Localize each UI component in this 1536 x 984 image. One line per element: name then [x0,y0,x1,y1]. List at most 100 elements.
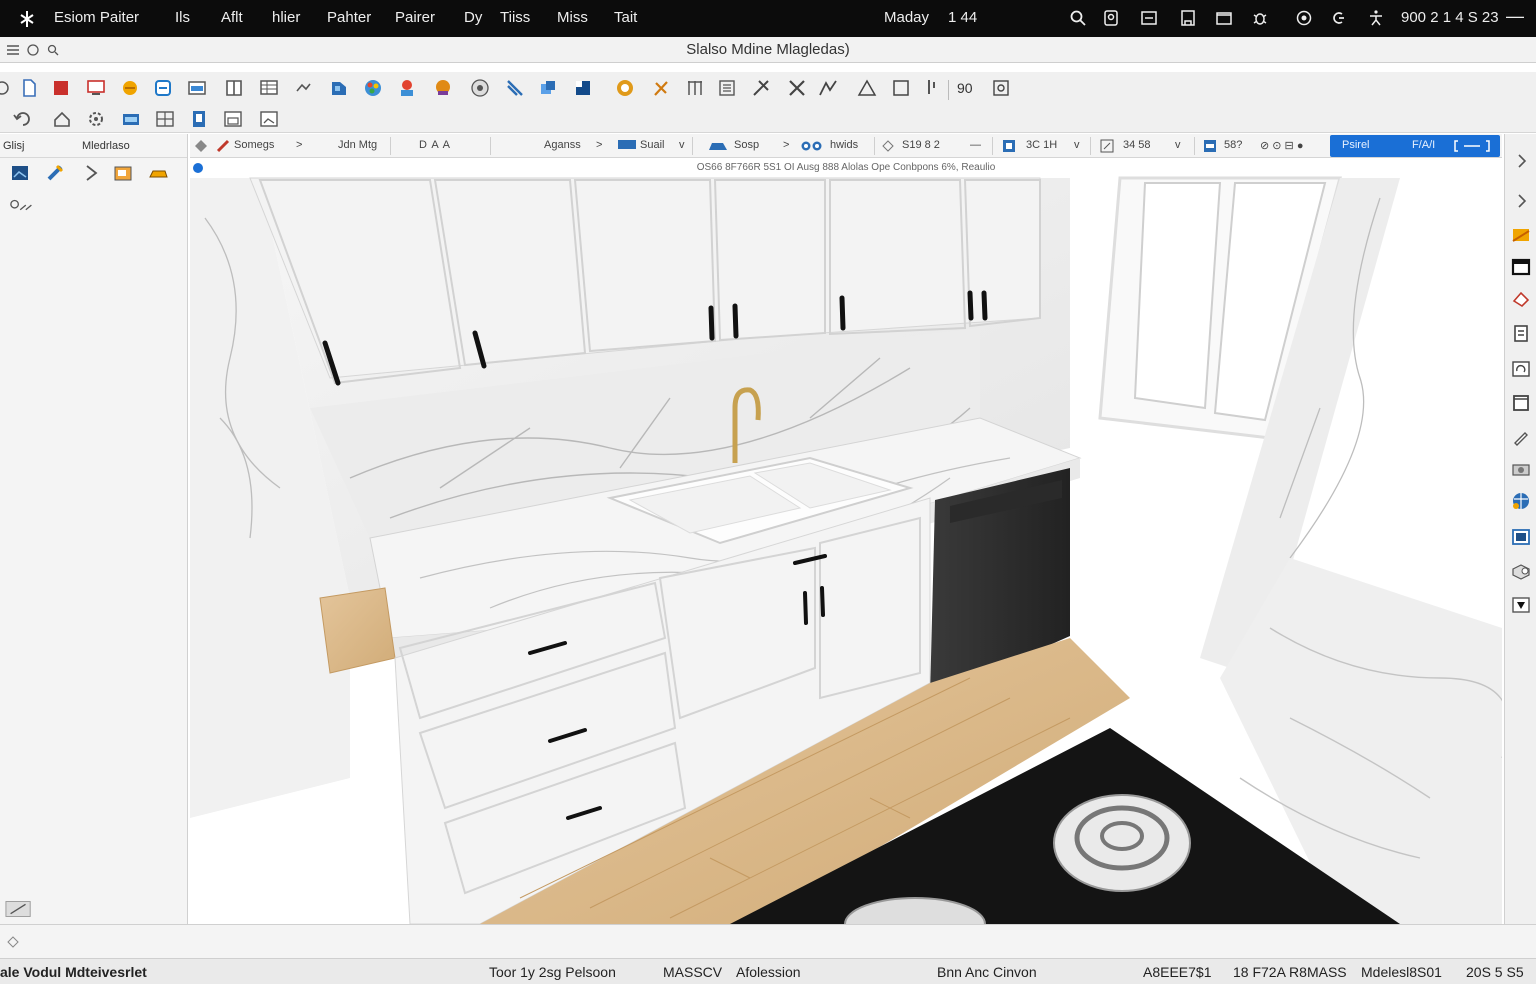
option-somegs[interactable]: Somegs [234,139,274,151]
option-34-58[interactable]: 34 58 [1123,139,1151,151]
chart-icon[interactable] [258,108,280,130]
new-file-icon[interactable] [18,77,40,99]
app-logo-icon[interactable] [17,9,37,29]
list-icon[interactable] [716,77,738,99]
option-dash[interactable]: — [970,139,981,151]
box-icon[interactable] [1510,560,1532,582]
edit-icon[interactable] [1100,139,1114,153]
menu-miss[interactable]: Miss [557,9,588,26]
cut-icon[interactable] [750,77,772,99]
home-icon[interactable] [51,108,73,130]
document-icon[interactable] [188,108,210,130]
display-icon[interactable] [186,77,208,99]
menu-tiiss[interactable]: Tiiss [500,9,530,26]
chevron-right-icon[interactable]: > [596,139,602,151]
app-name-menu[interactable]: Esiom Paiter [54,9,139,26]
settings-icon[interactable] [85,108,107,130]
option-toggles[interactable]: ⊘ ⊙ ⊟ ● [1260,139,1303,152]
option-suail[interactable]: Suail [640,139,664,151]
panel-icon[interactable] [1510,256,1532,278]
chevron-right-icon[interactable]: > [783,139,789,151]
menu-pahter[interactable]: Pahter [327,9,371,26]
chevron-right-icon[interactable]: > [296,139,302,151]
chevron-down-icon[interactable]: v [1074,139,1080,151]
bug-icon[interactable] [1251,9,1269,27]
monitor-icon[interactable] [618,140,636,152]
frame-icon[interactable] [572,77,594,99]
link-icon[interactable] [800,140,824,152]
diamond-icon[interactable] [7,936,19,948]
folder-icon[interactable] [112,162,134,184]
layer-icon[interactable] [1203,139,1217,153]
window-icon[interactable] [1140,9,1158,27]
image-icon[interactable] [9,162,31,184]
tablet-icon[interactable] [1179,9,1197,27]
triangle-icon[interactable] [856,77,878,99]
rotate-icon[interactable] [1510,358,1532,380]
3d-viewport[interactable] [190,158,1502,924]
option-3c[interactable]: 3C 1H [1026,139,1057,151]
color-wheel-icon[interactable] [328,77,350,99]
zoom-options-icon[interactable] [990,77,1012,99]
cube-icon[interactable] [292,77,314,99]
undo-icon[interactable] [12,108,34,130]
layer-icon[interactable] [152,77,174,99]
duplicate-icon[interactable] [537,77,559,99]
monitor-icon[interactable] [85,77,107,99]
light-bulb-icon[interactable] [396,77,418,99]
camera-icon[interactable] [120,108,142,130]
option-aganss[interactable]: Aganss [544,139,581,151]
option-sosp[interactable]: Sosp [734,139,759,151]
pipe-icon[interactable] [920,77,942,99]
sphere-icon[interactable] [432,77,454,99]
layer-icon[interactable] [1510,392,1532,414]
path-icon[interactable] [817,77,839,99]
chevron-down-icon[interactable]: v [1175,139,1181,151]
material-icon[interactable] [50,77,72,99]
command-line[interactable] [0,924,1536,958]
menu-ils[interactable]: Ils [175,9,190,26]
table-icon[interactable] [258,77,280,99]
left-panel-title[interactable]: Mledrlaso [82,140,130,152]
left-panel-tab[interactable]: Glisj [3,140,24,152]
option-jdn-mtg[interactable]: Jdn Mtg [338,139,377,151]
layer-icon[interactable] [1002,139,1016,153]
record-icon[interactable] [1295,9,1313,27]
menu-pairer[interactable]: Pairer [395,9,435,26]
chevron-right-icon[interactable] [1511,190,1533,212]
option-hwids[interactable]: hwids [830,139,858,151]
diamond-icon[interactable] [194,139,208,153]
menubar-extra[interactable]: — [1506,6,1524,27]
paste-icon[interactable] [1510,322,1532,344]
snap-icon[interactable] [8,196,38,218]
window-icon[interactable] [222,108,244,130]
palette-icon[interactable] [362,77,384,99]
shield-icon[interactable] [1510,594,1532,616]
resize-handle-icon[interactable] [4,898,34,920]
texture-icon[interactable] [1510,526,1532,548]
globe-gold-icon[interactable] [614,77,636,99]
zoom-value[interactable]: 90 [957,80,973,96]
menu-tait[interactable]: Tait [614,9,637,26]
brush-icon[interactable] [44,162,66,184]
search-icon[interactable] [1069,9,1087,27]
pen-icon[interactable] [1510,426,1532,448]
accessibility-icon[interactable] [1367,9,1385,27]
grid-icon[interactable] [684,77,706,99]
globe-icon[interactable] [1510,490,1532,512]
eraser-icon[interactable] [1510,288,1532,310]
wifi-icon[interactable] [1330,9,1348,27]
chevron-down-icon[interactable]: v [679,139,685,151]
square-icon[interactable] [890,77,912,99]
menu-aflt[interactable]: Aflt [221,9,243,26]
diamond-icon[interactable] [882,140,894,152]
folder-icon[interactable] [1215,9,1233,27]
book-icon[interactable] [223,77,245,99]
arrow-icon[interactable] [80,162,102,184]
menu-hlier[interactable]: hlier [272,9,300,26]
option-s19[interactable]: S19 8 2 [902,139,940,151]
sun-icon[interactable] [119,77,141,99]
box-icon[interactable] [147,162,169,184]
camera-icon[interactable] [1510,458,1532,480]
grid-view-icon[interactable] [154,108,176,130]
